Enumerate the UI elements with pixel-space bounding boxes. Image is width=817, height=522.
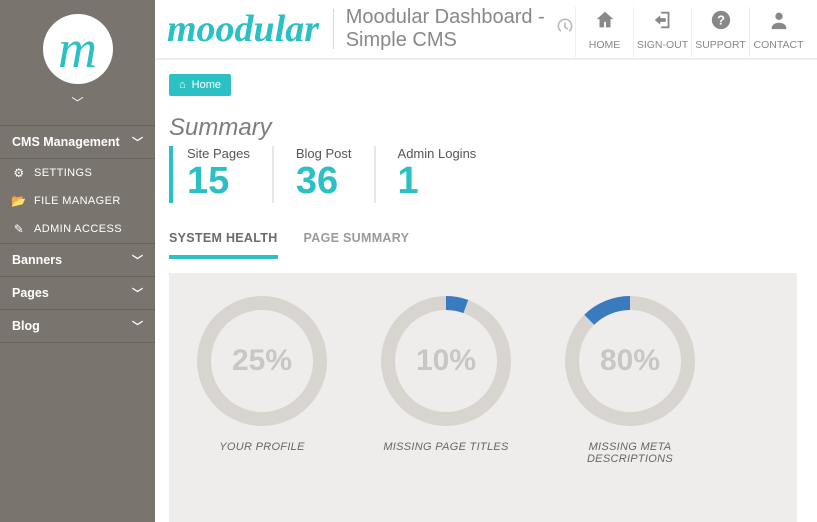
chevron-down-icon: ﹀ xyxy=(132,134,143,150)
home-button[interactable]: HOME xyxy=(575,7,633,57)
gauge-chart: 80% xyxy=(564,295,696,427)
content: ⌂ Home Summary Site Pages15Blog Post36Ad… xyxy=(155,60,817,522)
nav-group-label: Banners xyxy=(12,253,62,267)
pencil-icon: ✎ xyxy=(12,222,26,236)
home-icon: ⌂ xyxy=(179,79,186,91)
home-icon xyxy=(576,9,633,37)
stat-label: Site Pages xyxy=(187,146,250,161)
topbar-actions: HOMESIGN-OUT? SUPPORTCONTACT xyxy=(575,7,807,57)
nav-item-file-manager[interactable]: 📂 FILE MANAGER xyxy=(0,187,155,215)
gauge-value: 25% xyxy=(196,295,328,427)
chevron-down-icon: ﹀ xyxy=(132,318,143,334)
tabs: SYSTEM HEALTH PAGE SUMMARY xyxy=(169,231,797,259)
brand-logo[interactable]: moodular xyxy=(167,7,329,57)
sign-out-button[interactable]: SIGN-OUT xyxy=(633,7,691,57)
folder-open-icon: 📂 xyxy=(12,194,26,208)
main: moodular Moodular Dashboard - Simple CMS… xyxy=(155,0,817,522)
page-title: Moodular Dashboard - Simple CMS xyxy=(346,6,575,58)
summary-stats: Site Pages15Blog Post36Admin Logins1 xyxy=(169,146,797,203)
nav-item-admin-access[interactable]: ✎ ADMIN ACCESS xyxy=(0,215,155,243)
gauge-value: 80% xyxy=(564,295,696,427)
system-health-panel: 25% YOUR PROFILE 10% MISSING PAGE TITLES… xyxy=(169,273,797,522)
nav-group-pages[interactable]: Pages ﹀ xyxy=(0,277,155,310)
breadcrumb-home[interactable]: ⌂ Home xyxy=(169,74,231,96)
sidebar: m ﹀ CMS Management ﹀ ⚙ SETTINGS 📂 FILE MANAGE… xyxy=(0,0,155,522)
contact-button[interactable]: CONTACT xyxy=(749,7,807,57)
gauge-label: MISSING META DESCRIPTIONS xyxy=(555,441,705,465)
nav-item-label: SETTINGS xyxy=(34,167,92,179)
gauge-chart: 25% xyxy=(196,295,328,427)
stat-label: Blog Post xyxy=(296,146,352,161)
chevron-down-icon: ﹀ xyxy=(132,285,143,301)
gear-icon: ⚙ xyxy=(12,166,26,180)
avatar: m xyxy=(43,14,113,84)
stat-value: 36 xyxy=(296,161,352,203)
breadcrumb-label: Home xyxy=(192,79,221,91)
support-button[interactable]: ? SUPPORT xyxy=(691,7,749,57)
divider xyxy=(333,9,334,49)
sign-out-icon xyxy=(634,9,691,37)
gauge-chart: 10% xyxy=(380,295,512,427)
nav-group-cms-management[interactable]: CMS Management ﹀ xyxy=(0,125,155,159)
tab-page-summary[interactable]: PAGE SUMMARY xyxy=(304,231,410,259)
chevron-down-icon: ﹀ xyxy=(132,252,143,268)
support-icon: ? xyxy=(692,9,749,37)
summary-heading: Summary xyxy=(169,114,797,142)
gauge-missing-meta-descriptions: 80% MISSING META DESCRIPTIONS xyxy=(555,295,705,465)
nav-item-label: ADMIN ACCESS xyxy=(34,223,122,235)
nav: CMS Management ﹀ ⚙ SETTINGS 📂 FILE MANAGER ✎ AD… xyxy=(0,125,155,343)
page-title-text: Moodular Dashboard - Simple CMS xyxy=(346,6,547,52)
nav-group-banners[interactable]: Banners ﹀ xyxy=(0,243,155,277)
nav-item-settings[interactable]: ⚙ SETTINGS xyxy=(0,159,155,187)
action-label: SUPPORT xyxy=(692,39,749,51)
contact-icon xyxy=(750,9,807,37)
gauge-missing-page-titles: 10% MISSING PAGE TITLES xyxy=(371,295,521,453)
nav-group-blog[interactable]: Blog ﹀ xyxy=(0,310,155,343)
stat-site-pages: Site Pages15 xyxy=(169,146,272,203)
chevron-down-icon: ﹀ xyxy=(71,94,83,111)
action-label: HOME xyxy=(576,39,633,51)
stat-blog-post: Blog Post36 xyxy=(272,146,374,203)
nav-group-label: Blog xyxy=(12,319,40,333)
tab-system-health[interactable]: SYSTEM HEALTH xyxy=(169,231,278,259)
gauge-your-profile: 25% YOUR PROFILE xyxy=(187,295,337,453)
gauge-value: 10% xyxy=(380,295,512,427)
action-label: SIGN-OUT xyxy=(634,39,691,51)
svg-text:?: ? xyxy=(717,12,725,27)
nav-group-label: CMS Management xyxy=(12,135,120,149)
action-label: CONTACT xyxy=(750,39,807,51)
profile-menu[interactable]: m ﹀ xyxy=(0,10,155,125)
stat-admin-logins: Admin Logins1 xyxy=(374,146,499,203)
avatar-glyph: m xyxy=(58,22,97,76)
stat-value: 15 xyxy=(187,161,250,203)
stat-value: 1 xyxy=(398,161,477,203)
stat-label: Admin Logins xyxy=(398,146,477,161)
nav-item-label: FILE MANAGER xyxy=(34,195,121,207)
gauge-label: YOUR PROFILE xyxy=(219,441,305,453)
nav-group-label: Pages xyxy=(12,286,49,300)
dashboard-icon xyxy=(555,16,575,42)
gauge-label: MISSING PAGE TITLES xyxy=(383,441,508,453)
topbar: moodular Moodular Dashboard - Simple CMS… xyxy=(155,0,817,60)
